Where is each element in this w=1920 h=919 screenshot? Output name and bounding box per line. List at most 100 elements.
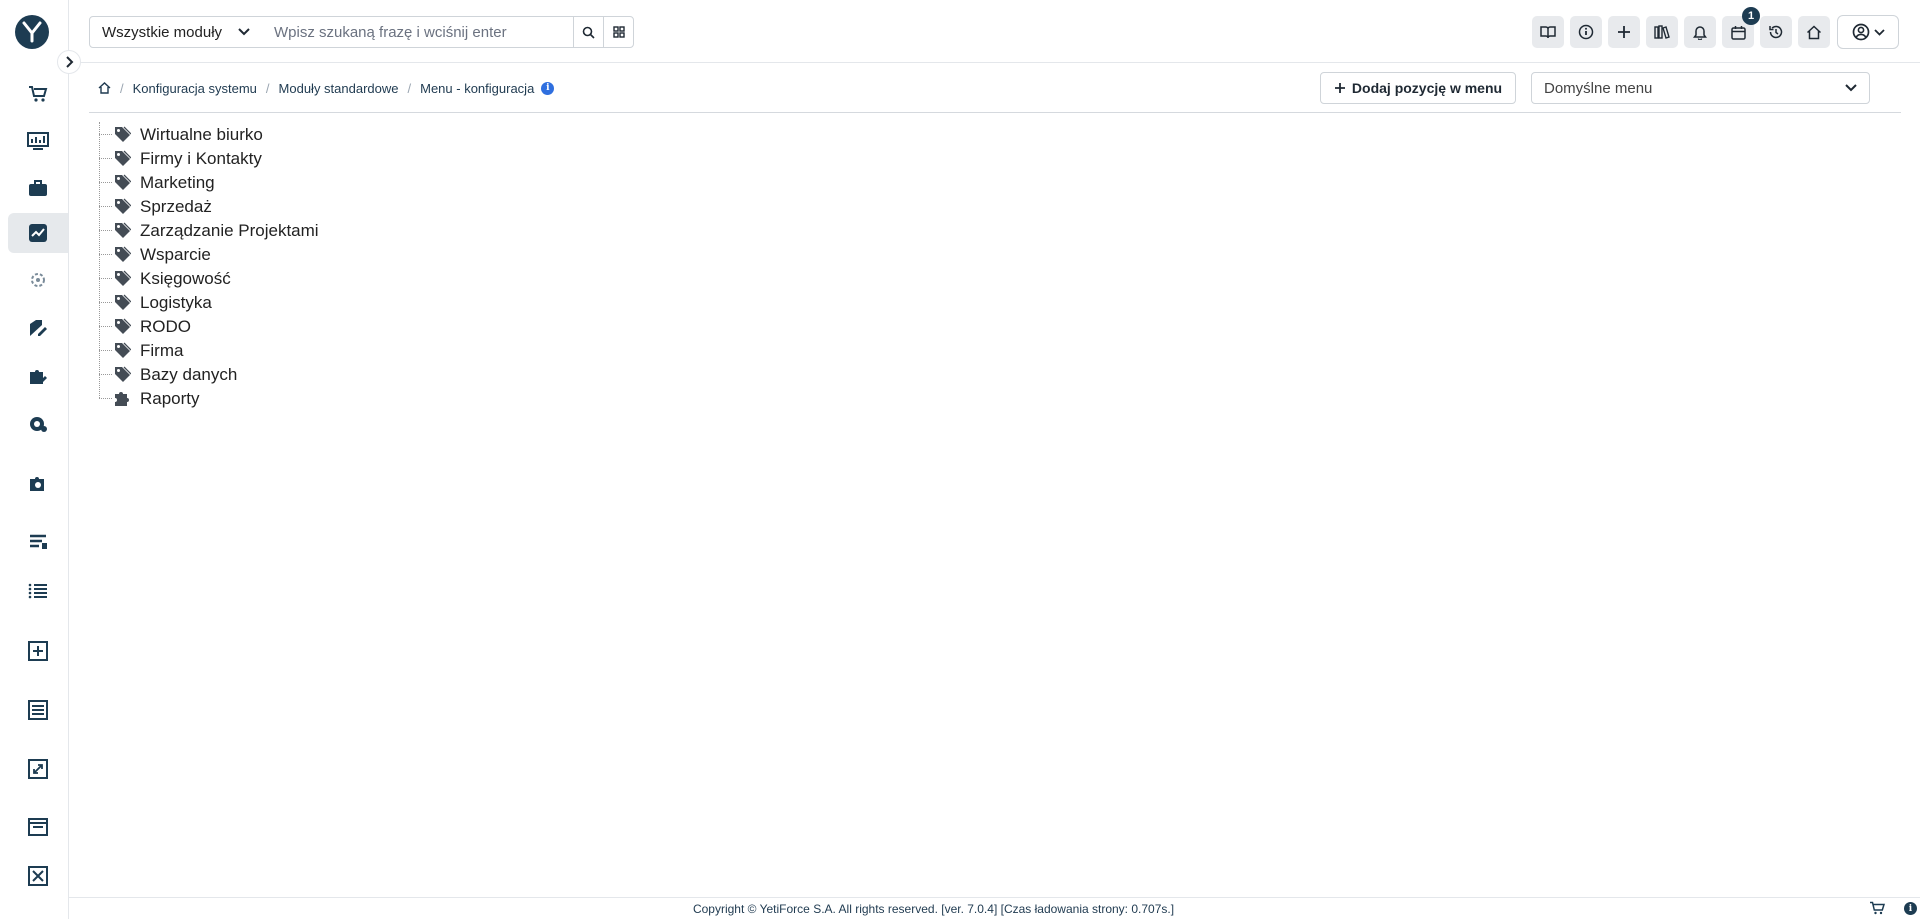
- info-icon[interactable]: i: [541, 81, 555, 95]
- sidebar: [0, 0, 69, 919]
- tree-item-label[interactable]: Zarządzanie Projektami: [140, 221, 319, 241]
- tree-connector: [99, 398, 112, 399]
- tag-icon: [115, 366, 131, 382]
- info-icon[interactable]: i: [1904, 902, 1917, 915]
- cart-icon: [29, 86, 48, 102]
- tree-item-label[interactable]: RODO: [140, 317, 191, 337]
- home-button[interactable]: [1798, 16, 1830, 48]
- books-icon: [1654, 25, 1670, 39]
- advanced-search-button[interactable]: [603, 16, 634, 48]
- tree-item-icon: [113, 173, 131, 191]
- tag-icon: [115, 198, 131, 214]
- sidebar-item-add-panel[interactable]: [8, 631, 68, 671]
- sidebar-item-integration[interactable]: [8, 404, 68, 444]
- history-icon: [1769, 25, 1783, 39]
- calendar-badge: 1: [1742, 7, 1760, 25]
- tree-item-icon: [113, 317, 131, 335]
- tree-item-icon: [113, 341, 131, 359]
- tree-item-label[interactable]: Wsparcie: [140, 245, 211, 265]
- calendar-reminders-button[interactable]: 1: [1722, 7, 1760, 48]
- tree-item-icon: [113, 269, 131, 287]
- sidebar-item-dashboard[interactable]: [8, 121, 68, 161]
- breadcrumb-separator: /: [120, 80, 124, 96]
- tree-connector: [99, 122, 100, 398]
- search-button[interactable]: [573, 16, 604, 48]
- sidebar-item-resize[interactable]: [8, 749, 68, 789]
- users-gear-icon: [31, 273, 45, 287]
- footer: Copyright © YetiForce S.A. All rights re…: [69, 897, 1920, 919]
- knowledge-base-button[interactable]: [1532, 16, 1564, 48]
- add-menu-item-button[interactable]: Dodaj pozycję w menu: [1320, 72, 1516, 104]
- sidebar-item-layout[interactable]: [8, 522, 68, 562]
- module-select-value: Wszystkie moduły: [102, 23, 223, 41]
- edit-doc-icon: [30, 320, 47, 336]
- tree-item-label[interactable]: Logistyka: [140, 293, 212, 313]
- tag-icon: [115, 222, 131, 238]
- cart-icon[interactable]: [1869, 901, 1885, 915]
- notifications-button[interactable]: [1684, 16, 1716, 48]
- tree-item-label[interactable]: Firma: [140, 341, 183, 361]
- sidebar-expand-button[interactable]: [57, 50, 81, 74]
- chevron-right-icon: [66, 56, 74, 68]
- tag-icon: [115, 270, 131, 286]
- sidebar-item-shop[interactable]: [8, 74, 68, 114]
- tree-item-label[interactable]: Wirtualne biurko: [140, 125, 263, 145]
- breadcrumb: / Konfiguracja systemu / Moduły standard…: [98, 80, 555, 96]
- tag-icon: [115, 318, 131, 334]
- tree-item-label[interactable]: Księgowość: [140, 269, 231, 289]
- tree-item-icon: [113, 365, 131, 383]
- sidebar-item-system-config[interactable]: [8, 213, 68, 253]
- tree-item-label[interactable]: Bazy danych: [140, 365, 237, 385]
- tag-icon: [115, 174, 131, 190]
- breadcrumb-system-config[interactable]: Konfiguracja systemu: [133, 81, 257, 96]
- monitor-chart-icon: [27, 132, 49, 150]
- tree-item-label[interactable]: Raporty: [140, 389, 200, 409]
- tree-connector: [99, 278, 112, 279]
- calendar-icon: [1730, 25, 1746, 40]
- chevron-down-icon: [1845, 84, 1857, 92]
- tree-item-label[interactable]: Marketing: [140, 173, 215, 193]
- tag-icon: [115, 246, 131, 262]
- tree-item-icon: [113, 293, 131, 311]
- breadcrumb-current: Menu - konfiguracja: [420, 80, 535, 96]
- tree-item-icon: [113, 125, 131, 143]
- sidebar-item-users[interactable]: [8, 260, 68, 300]
- tree-connector: [99, 206, 112, 207]
- plus-icon: [1618, 26, 1630, 38]
- breadcrumb-separator: /: [407, 80, 412, 96]
- sidebar-item-records[interactable]: [8, 690, 68, 730]
- sidebar-item-widget[interactable]: [8, 856, 68, 896]
- config-flow-icon: [29, 224, 47, 242]
- info-button[interactable]: [1570, 16, 1602, 48]
- logo-mark-icon: [22, 21, 42, 43]
- tree-connector: [99, 302, 112, 303]
- module-select[interactable]: Wszystkie moduły: [89, 16, 263, 48]
- history-button[interactable]: [1760, 16, 1792, 48]
- menu-type-select[interactable]: Domyślne menu: [1531, 72, 1870, 104]
- sidebar-item-business[interactable]: [8, 168, 68, 208]
- tree-item-label[interactable]: Firmy i Kontakty: [140, 149, 262, 169]
- menu-type-value: Domyślne menu: [1544, 79, 1653, 97]
- tree-item-label[interactable]: Sprzedaż: [140, 197, 212, 217]
- sidebar-item-search-modules[interactable]: [8, 463, 68, 503]
- expand-box-icon: [28, 759, 48, 779]
- quick-create-button[interactable]: [1608, 16, 1640, 48]
- user-menu-button[interactable]: [1837, 15, 1899, 49]
- search-icon: [582, 26, 595, 39]
- sidebar-item-edit[interactable]: [8, 308, 68, 348]
- tree-connector: [99, 134, 112, 135]
- sidebar-item-modules[interactable]: [8, 356, 68, 396]
- breadcrumb-separator: /: [265, 80, 270, 96]
- puzzle-search-icon: [30, 477, 44, 491]
- window-icon: [28, 818, 48, 836]
- briefcase-icon: [29, 180, 47, 196]
- bookmarks-button[interactable]: [1646, 16, 1678, 48]
- search-input[interactable]: [262, 16, 574, 48]
- sidebar-item-list[interactable]: [8, 571, 68, 611]
- home-icon[interactable]: [98, 82, 111, 94]
- yetiforce-logo[interactable]: [15, 15, 49, 49]
- header-bar: Wszystkie moduły 1: [69, 0, 1920, 63]
- tree-connector: [99, 158, 112, 159]
- sidebar-item-window[interactable]: [8, 807, 68, 847]
- add-menu-item-label: Dodaj pozycję w menu: [1351, 80, 1503, 96]
